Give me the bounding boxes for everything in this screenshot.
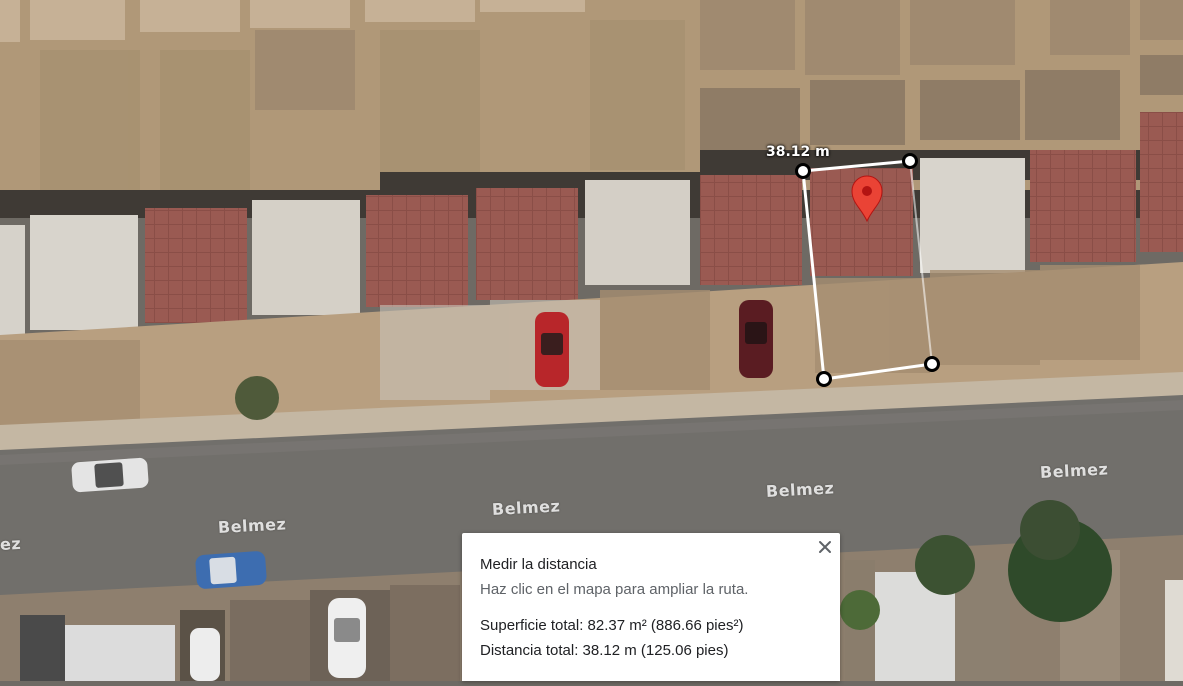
street-label: Belmez [491,496,561,519]
measure-vertex-icon[interactable] [902,153,918,169]
street-label: Belmez [217,514,287,537]
street-label: Belmez [1039,459,1109,482]
measure-distance-label: 38.12 m [766,144,830,160]
map-pin-icon[interactable] [851,175,883,223]
panel-hint: Haz clic en el mapa para ampliar la ruta… [480,581,749,598]
close-icon [819,541,831,553]
street-label: ez [0,533,22,554]
measure-vertex-icon[interactable] [816,371,832,387]
panel-title: Medir la distancia [480,556,597,573]
total-distance: Distancia total: 38.12 m (125.06 pies) [480,642,729,659]
measure-vertex-icon[interactable] [795,163,811,179]
measure-vertex-icon[interactable] [924,356,940,372]
street-label: Belmez [765,478,835,501]
total-area: Superficie total: 82.37 m² (886.66 pies²… [480,617,744,634]
close-button[interactable] [814,536,836,558]
measure-distance-panel: Medir la distancia Haz clic en el mapa p… [462,533,840,681]
